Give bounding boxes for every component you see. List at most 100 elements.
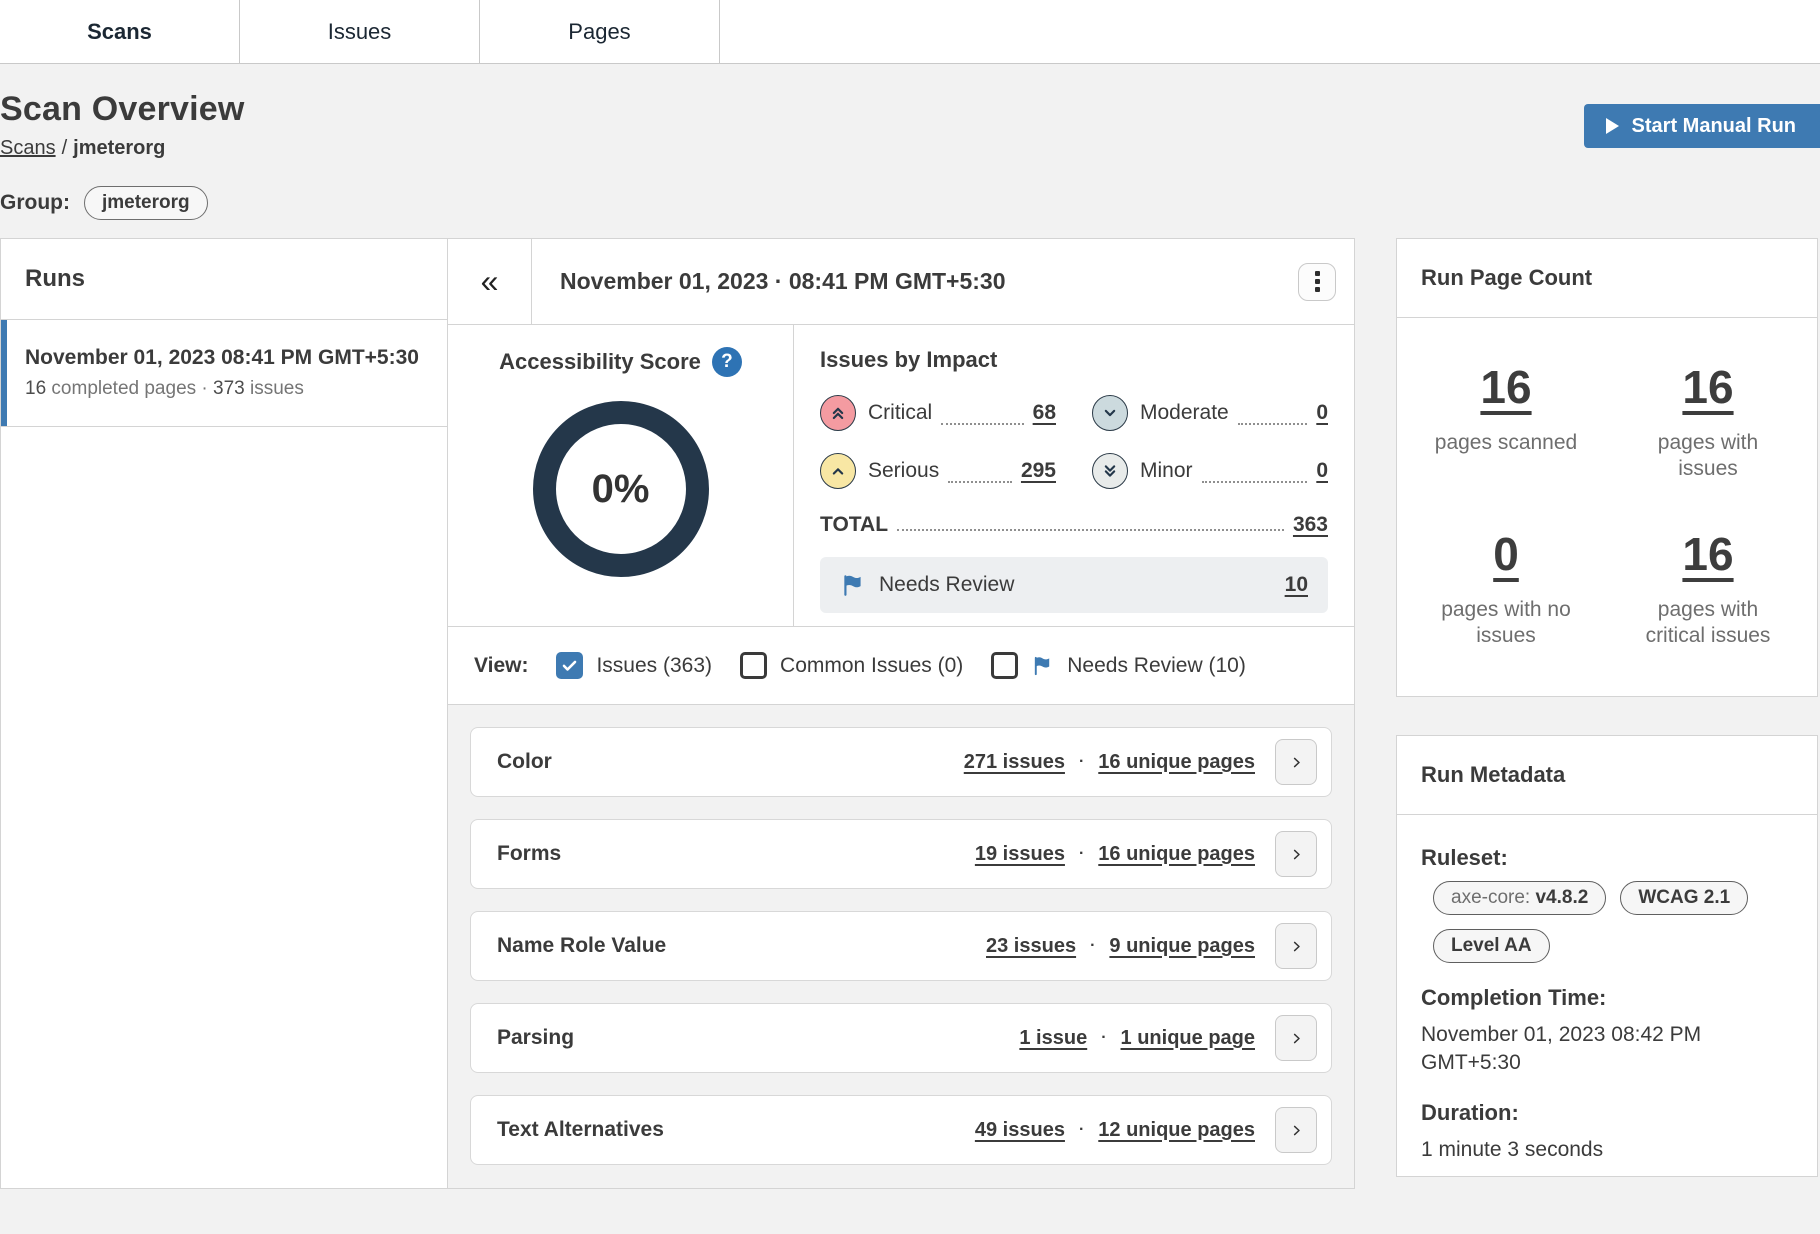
issues-by-impact-cell: Issues by Impact Critical 68 (794, 325, 1354, 626)
dotted-leader (1238, 423, 1308, 425)
run-metadata-title: Run Metadata (1397, 736, 1817, 815)
stat-pages-scanned: 16 pages scanned (1405, 360, 1607, 483)
tab-issues[interactable]: Issues (240, 0, 480, 63)
run-detail-header: « November 01, 2023 · 08:41 PM GMT+5:30 (448, 239, 1354, 325)
group-chip[interactable]: jmeterorg (84, 186, 208, 220)
chevron-right-icon (1289, 939, 1304, 954)
category-row-name-role-value: Name Role Value 23 issues · 9 unique pag… (470, 911, 1332, 981)
critical-severity-icon (820, 395, 856, 431)
ruleset-badge-wcag: WCAG 2.1 (1620, 881, 1748, 915)
impact-row-serious: Serious 295 (820, 453, 1056, 489)
duration-label: Duration: (1421, 1100, 1793, 1126)
right-column: Run Page Count 16 pages scanned 16 pages… (1396, 238, 1818, 1189)
category-issues-link[interactable]: 19 issues (975, 843, 1065, 866)
accessibility-score-value: 0% (592, 467, 650, 512)
pages-scanned-link[interactable]: 16 (1480, 361, 1531, 413)
accessibility-score-cell: Accessibility Score ? 0% (448, 325, 794, 626)
collapse-runs-button[interactable]: « (448, 239, 532, 324)
stat-pages-critical-issues: 16 pages with critical issues (1607, 527, 1809, 650)
breadcrumb-separator: / (62, 137, 68, 159)
expand-category-button[interactable] (1275, 1015, 1317, 1061)
category-pages-link[interactable]: 1 unique page (1121, 1027, 1255, 1050)
category-issues-link[interactable]: 271 issues (964, 751, 1065, 774)
needs-review-bar: Needs Review 10 (820, 557, 1328, 613)
moderate-severity-icon (1092, 395, 1128, 431)
view-option-common-issues[interactable]: Common Issues (0) (740, 652, 963, 679)
needs-review-checkbox[interactable] (991, 652, 1018, 679)
dotted-leader (948, 481, 1012, 483)
category-row-color: Color 271 issues · 16 unique pages (470, 727, 1332, 797)
impact-row-minor: Minor 0 (1092, 453, 1328, 489)
category-row-text-alternatives: Text Alternatives 49 issues · 12 unique … (470, 1095, 1332, 1165)
kebab-icon (1315, 271, 1320, 276)
pages-no-issues-link[interactable]: 0 (1493, 528, 1519, 580)
pages-critical-issues-link[interactable]: 16 (1682, 528, 1733, 580)
runs-panel: Runs November 01, 2023 08:41 PM GMT+5:30… (0, 238, 448, 1189)
total-count-link[interactable]: 363 (1293, 513, 1328, 537)
chevron-double-left-icon: « (481, 263, 499, 299)
stat-pages-with-issues: 16 pages with issues (1607, 360, 1809, 483)
expand-category-button[interactable] (1275, 1107, 1317, 1153)
category-list: Color 271 issues · 16 unique pages Forms… (448, 705, 1354, 1188)
needs-review-count-link[interactable]: 10 (1285, 573, 1308, 597)
serious-severity-icon (820, 453, 856, 489)
category-issues-link[interactable]: 49 issues (975, 1119, 1065, 1142)
run-list-item[interactable]: November 01, 2023 08:41 PM GMT+5:30 16 c… (1, 320, 447, 427)
runs-panel-title: Runs (1, 239, 447, 320)
start-manual-run-label: Start Manual Run (1632, 115, 1796, 138)
minor-count-link[interactable]: 0 (1316, 459, 1328, 483)
moderate-count-link[interactable]: 0 (1316, 401, 1328, 425)
category-issues-link[interactable]: 23 issues (986, 935, 1076, 958)
category-issues-link[interactable]: 1 issue (1019, 1027, 1087, 1050)
run-page-count-title: Run Page Count (1397, 239, 1817, 318)
start-manual-run-button[interactable]: Start Manual Run (1584, 104, 1820, 148)
chevron-right-icon (1289, 1123, 1304, 1138)
breadcrumb-scans-link[interactable]: Scans (0, 137, 56, 159)
ruleset-pills: axe-core: v4.8.2 WCAG 2.1 Level AA (1421, 881, 1793, 963)
dotted-leader (1202, 481, 1308, 483)
chevron-right-icon (1289, 847, 1304, 862)
issues-by-impact-title: Issues by Impact (820, 347, 1328, 373)
stat-pages-no-issues: 0 pages with no issues (1405, 527, 1607, 650)
view-option-issues[interactable]: Issues (363) (556, 652, 712, 679)
breadcrumb-current: jmeterorg (73, 137, 165, 159)
total-row: TOTAL 363 (820, 513, 1328, 537)
chevron-right-icon (1289, 755, 1304, 770)
view-label: View: (474, 654, 528, 678)
chevron-right-icon (1289, 1031, 1304, 1046)
issues-checkbox[interactable] (556, 652, 583, 679)
category-pages-link[interactable]: 16 unique pages (1098, 751, 1255, 774)
dotted-leader (941, 423, 1023, 425)
expand-category-button[interactable] (1275, 739, 1317, 785)
group-label: Group: (0, 191, 70, 215)
category-row-forms: Forms 19 issues · 16 unique pages (470, 819, 1332, 889)
flag-icon (840, 572, 866, 598)
view-filter-row: View: Issues (363) Common Issues (0) (448, 627, 1354, 705)
run-detail-panel: « November 01, 2023 · 08:41 PM GMT+5:30 … (447, 238, 1355, 1189)
ruleset-label: Ruleset: (1421, 845, 1793, 871)
tab-scans[interactable]: Scans (0, 0, 240, 63)
tab-pages[interactable]: Pages (480, 0, 720, 63)
content: Runs November 01, 2023 08:41 PM GMT+5:30… (0, 238, 1820, 1189)
critical-count-link[interactable]: 68 (1033, 401, 1056, 425)
category-pages-link[interactable]: 16 unique pages (1098, 843, 1255, 866)
kebab-menu-button[interactable] (1298, 263, 1336, 301)
accessibility-score-donut: 0% (533, 401, 709, 577)
flag-icon (1031, 654, 1054, 677)
expand-category-button[interactable] (1275, 923, 1317, 969)
minor-severity-icon (1092, 453, 1128, 489)
expand-category-button[interactable] (1275, 831, 1317, 877)
play-icon (1606, 118, 1619, 134)
completion-time-label: Completion Time: (1421, 985, 1793, 1011)
category-pages-link[interactable]: 9 unique pages (1109, 935, 1255, 958)
run-page-count-card: Run Page Count 16 pages scanned 16 pages… (1396, 238, 1818, 697)
category-pages-link[interactable]: 12 unique pages (1098, 1119, 1255, 1142)
check-icon (560, 656, 579, 675)
common-issues-checkbox[interactable] (740, 652, 767, 679)
view-option-needs-review[interactable]: Needs Review (10) (991, 652, 1246, 679)
pages-with-issues-link[interactable]: 16 (1682, 361, 1733, 413)
page-title: Scan Overview (0, 90, 245, 129)
help-icon[interactable]: ? (712, 347, 742, 377)
category-row-parsing: Parsing 1 issue · 1 unique page (470, 1003, 1332, 1073)
serious-count-link[interactable]: 295 (1021, 459, 1056, 483)
